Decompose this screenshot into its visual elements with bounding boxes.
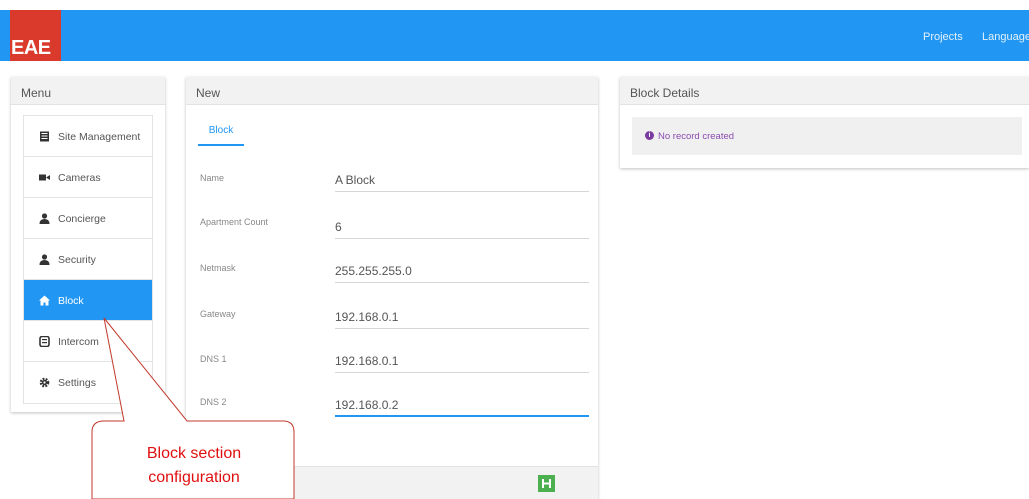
callout-line-2: configuration bbox=[148, 469, 240, 486]
callout-bubble bbox=[91, 317, 295, 499]
callout-line-1: Block section bbox=[146, 445, 242, 462]
callout-text: Block section configuration bbox=[96, 442, 292, 490]
